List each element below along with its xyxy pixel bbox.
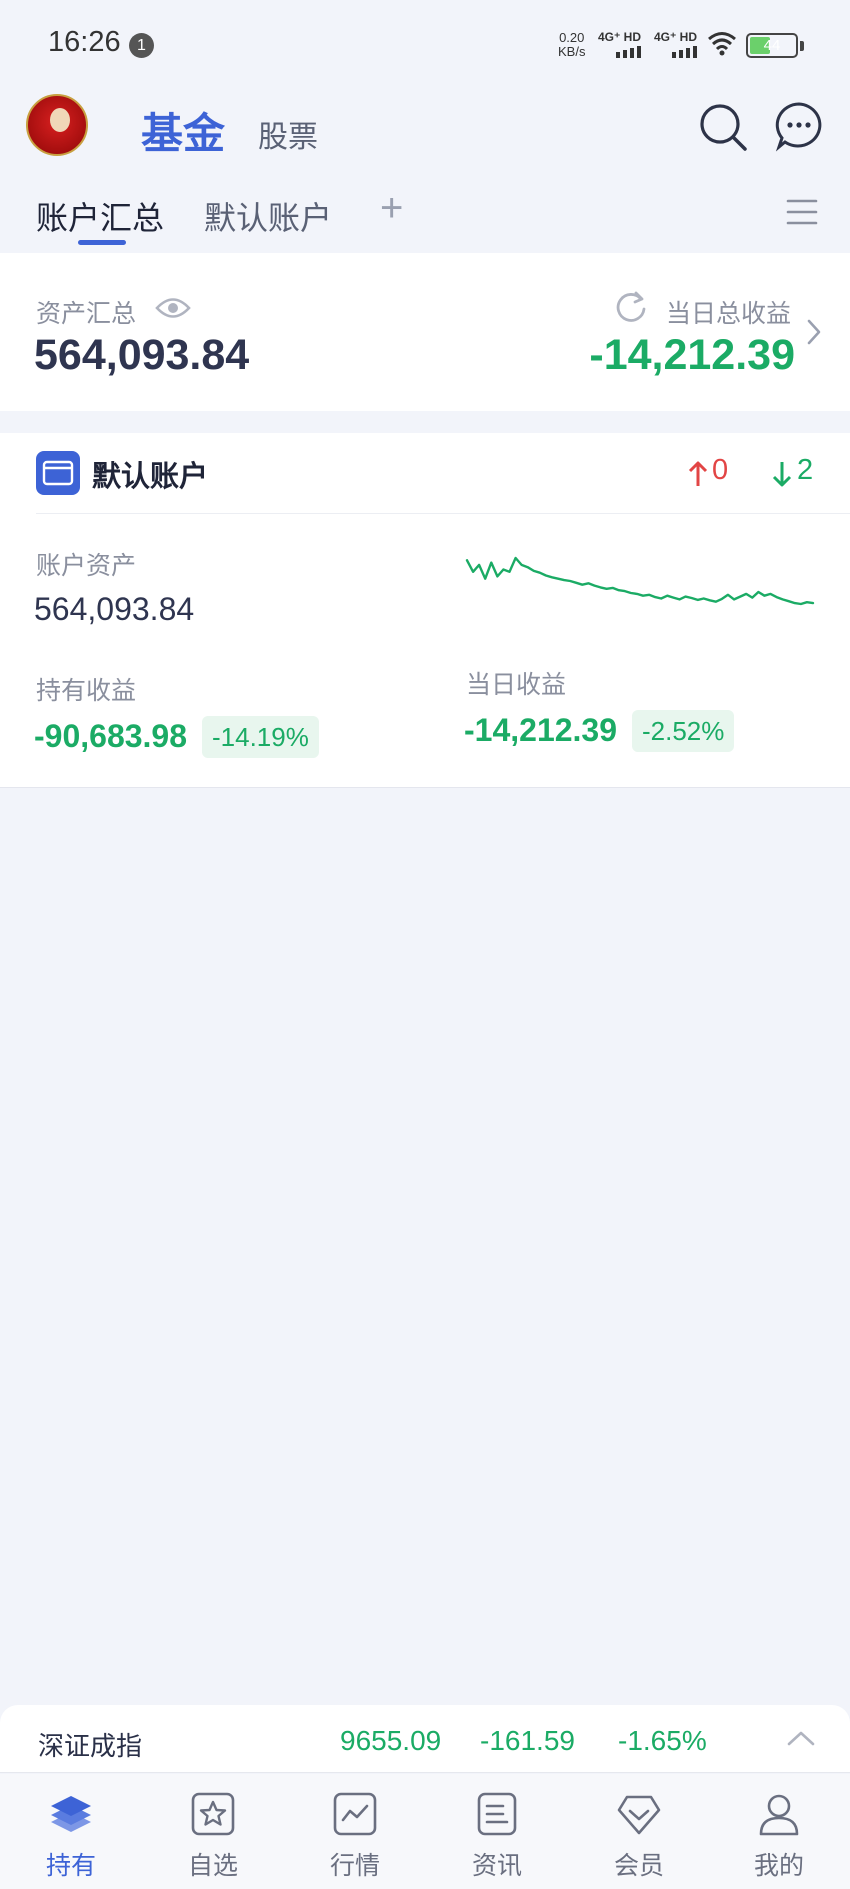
battery-icon: 44 (746, 33, 798, 58)
nav-item-profile[interactable]: 我的 (708, 1774, 850, 1889)
nav-label: 行情 (329, 1851, 380, 1880)
sim2-label: 4G⁺ HD (654, 30, 698, 44)
nav-item-member[interactable]: 会员 (568, 1774, 710, 1889)
daily-profit-value: -14,212.39 (589, 331, 795, 379)
account-assets-value: 564,093.84 (34, 591, 195, 627)
news-document-icon (477, 1792, 517, 1836)
search-icon[interactable] (697, 101, 749, 153)
add-account-button[interactable]: + (380, 186, 403, 231)
arrow-up-icon (688, 461, 708, 486)
refresh-icon[interactable] (614, 290, 648, 324)
member-diamond-icon (617, 1795, 661, 1835)
message-icon[interactable] (773, 100, 825, 152)
network-speed: 0.20 KB/s (558, 30, 586, 59)
chevron-up-icon[interactable] (786, 1729, 816, 1747)
active-tab-indicator (78, 240, 126, 245)
nav-item-market[interactable]: 行情 (284, 1774, 426, 1889)
nav-label: 我的 (753, 1851, 804, 1880)
holding-profit-value: -90,683.98 (34, 718, 188, 754)
arrow-down-icon (772, 462, 792, 487)
holding-profit-pct-badge: -14.19% (202, 716, 319, 758)
index-change: -161.59 (480, 1725, 575, 1756)
card-divider (36, 513, 850, 514)
holdings-layers-icon (51, 1796, 91, 1832)
daily-profit-label: 当日总收益 (666, 299, 792, 328)
market-chart-icon (333, 1792, 377, 1836)
bottom-navigation: 持有 自选 行情 资讯 会员 我的 (0, 1774, 850, 1889)
tab-fund[interactable]: 基金 (141, 100, 225, 161)
down-count: 2 (797, 454, 814, 486)
battery-cap (800, 41, 804, 51)
avatar[interactable] (26, 94, 88, 156)
account-assets-label: 账户资产 (36, 551, 137, 580)
account-daily-profit-pct-badge: -2.52% (632, 710, 735, 752)
index-name: 深证成指 (38, 1732, 143, 1762)
account-trend-sparkline (465, 556, 815, 606)
account-name: 默认账户 (92, 459, 209, 493)
nav-label: 持有 (45, 1851, 96, 1880)
market-index-bar[interactable]: 深证成指 9655.09 -161.59 -1.65% (0, 1705, 850, 1773)
nav-item-news[interactable]: 资讯 (426, 1774, 568, 1889)
nav-label: 自选 (187, 1851, 238, 1880)
nav-label: 资讯 (471, 1851, 522, 1880)
holding-profit-label: 持有收益 (36, 676, 137, 705)
index-change-pct: -1.65% (618, 1725, 707, 1756)
tab-account-summary[interactable]: 账户汇总 (36, 193, 164, 239)
menu-icon[interactable] (786, 198, 818, 226)
watchlist-star-icon (191, 1792, 235, 1836)
signal-icon (672, 46, 697, 58)
status-time: 16:26 (48, 26, 121, 58)
up-count: 0 (712, 454, 729, 486)
asset-summary-card[interactable]: 资产汇总 564,093.84 当日总收益 -14,212.39 (0, 253, 850, 411)
total-assets-value: 564,093.84 (34, 331, 250, 379)
sim1-label: 4G⁺ HD (598, 30, 642, 44)
wifi-icon (708, 32, 736, 56)
total-assets-label: 资产汇总 (36, 299, 137, 328)
nav-label: 会员 (613, 1851, 664, 1880)
wallet-icon (36, 451, 80, 495)
nav-item-watchlist[interactable]: 自选 (142, 1774, 284, 1889)
signal-icon (616, 46, 641, 58)
tab-default-account[interactable]: 默认账户 (204, 193, 332, 239)
nav-item-holdings[interactable]: 持有 (0, 1774, 142, 1889)
eye-icon[interactable] (155, 295, 191, 321)
account-daily-profit-label: 当日收益 (466, 670, 567, 699)
profile-person-icon (759, 1794, 799, 1836)
tab-stock[interactable]: 股票 (258, 112, 318, 156)
trend-line (465, 556, 815, 606)
notification-badge: 1 (129, 33, 154, 58)
account-daily-profit-value: -14,212.39 (464, 712, 618, 748)
index-value: 9655.09 (340, 1725, 442, 1756)
chevron-right-icon[interactable] (806, 318, 822, 346)
